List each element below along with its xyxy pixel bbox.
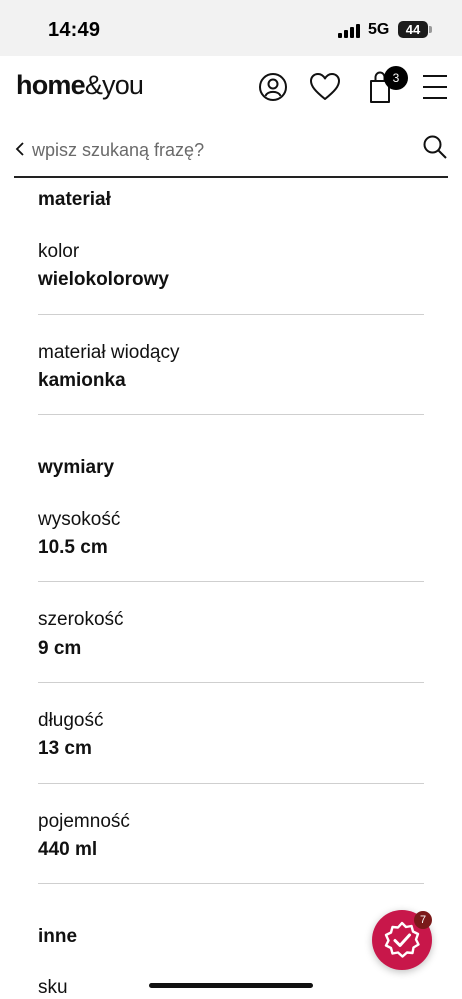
attr-value-width: 9 cm: [38, 638, 82, 659]
search-bar: [14, 128, 448, 178]
status-bar: 14:49 5G 44: [0, 0, 462, 56]
trust-badge-count: 7: [414, 911, 432, 929]
divider: [38, 414, 424, 415]
signal-icon: [338, 22, 360, 38]
cart-count-badge: 3: [384, 66, 408, 90]
battery-icon: 44: [398, 21, 428, 38]
section-title-other: inne: [38, 926, 78, 947]
attr-label-capacity: pojemność: [38, 811, 130, 832]
section-title-material: materiał: [38, 189, 111, 210]
attr-label-length: długość: [38, 710, 104, 731]
attr-value-main-material: kamionka: [38, 370, 126, 391]
attr-value-capacity: 440 ml: [38, 839, 98, 860]
chevron-left-icon[interactable]: [14, 140, 28, 158]
attr-label-sku: sku: [38, 977, 68, 998]
attr-value-height: 10.5 cm: [38, 537, 108, 558]
section-title-dimensions: wymiary: [38, 457, 115, 478]
home-indicator: [149, 983, 313, 988]
attr-value-length: 13 cm: [38, 738, 92, 759]
attr-label-height: wysokość: [38, 509, 121, 530]
attr-label-width: szerokość: [38, 609, 124, 630]
heart-icon[interactable]: [309, 72, 341, 102]
divider: [38, 883, 424, 884]
site-header: home&you 3: [0, 56, 462, 120]
attr-label-color: kolor: [38, 241, 80, 262]
divider: [38, 783, 424, 784]
attr-label-main-material: materiał wiodący: [38, 342, 180, 363]
divider: [38, 314, 424, 315]
battery-cap: [429, 26, 432, 33]
search-input[interactable]: [32, 136, 412, 164]
network-label: 5G: [368, 21, 390, 38]
divider: [38, 682, 424, 683]
home-and-you-logo[interactable]: home&you: [16, 70, 144, 101]
user-icon[interactable]: [258, 72, 288, 102]
divider: [38, 581, 424, 582]
status-time: 14:49: [48, 19, 101, 41]
search-icon[interactable]: [422, 134, 448, 160]
attr-value-color: wielokolorowy: [38, 269, 169, 290]
menu-icon[interactable]: [422, 74, 448, 100]
